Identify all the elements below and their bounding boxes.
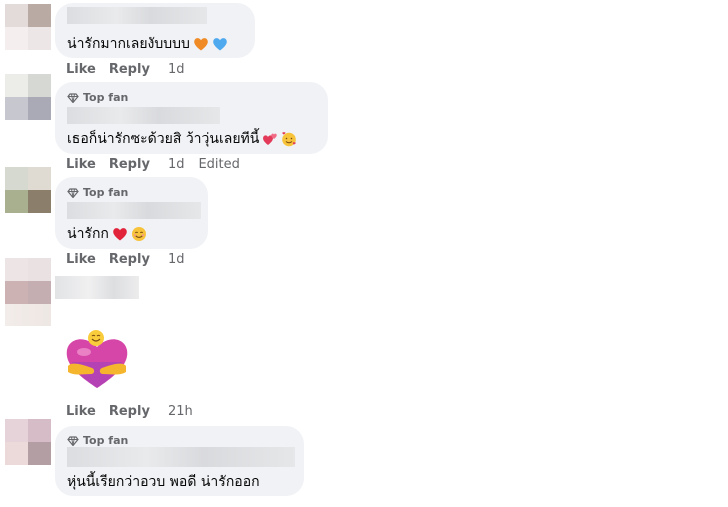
orange-heart-icon — [194, 38, 208, 51]
comment-actions: Like Reply 1d — [66, 62, 184, 77]
comment-text: น่ารักก — [67, 226, 109, 242]
badge-label: Top fan — [83, 434, 129, 447]
like-button[interactable]: Like — [66, 252, 96, 267]
comment-bubble: Top fan เธอก็น่ารักซะด้วยสิ ว้าวุ่นเลยที… — [55, 82, 328, 154]
diamond-icon — [67, 187, 79, 198]
comment-actions: Like Reply 1d — [66, 252, 184, 267]
reply-button[interactable]: Reply — [109, 404, 150, 419]
timestamp[interactable]: 1d — [168, 62, 185, 77]
comment-text-row: น่ารักก — [67, 223, 147, 245]
timestamp[interactable]: 1d — [168, 157, 185, 172]
badge-label: Top fan — [83, 186, 129, 199]
author-name[interactable] — [55, 276, 139, 299]
blue-heart-icon — [213, 38, 227, 51]
smiling-face-with-hearts-icon — [282, 132, 297, 147]
author-name[interactable] — [67, 107, 220, 124]
avatar[interactable] — [5, 258, 51, 304]
timestamp[interactable]: 21h — [168, 404, 193, 419]
avatar[interactable] — [5, 167, 51, 213]
comment-text: เธอก็น่ารักซะด้วยสิ ว้าวุ่นเลยทีนี้ — [67, 131, 260, 147]
comment-actions: Like Reply 21h — [66, 404, 193, 419]
reply-button[interactable]: Reply — [109, 62, 150, 77]
comment-text-row: เธอก็น่ารักซะด้วยสิ ว้าวุ่นเลยทีนี้ — [67, 128, 297, 150]
comment-text: น่ารักมากเลยงับบบบ — [67, 36, 190, 52]
author-name[interactable] — [67, 7, 207, 24]
comment-bubble: น่ารักมากเลยงับบบบ — [55, 3, 255, 58]
smiling-face-icon — [131, 227, 146, 241]
author-name[interactable] — [67, 447, 295, 467]
reply-button[interactable]: Reply — [109, 157, 150, 172]
like-button[interactable]: Like — [66, 62, 96, 77]
comment-bubble: Top fan หุ่นนี้เรียกว่าอวบ พอดี น่ารักออ… — [55, 426, 304, 496]
comment-text-row: น่ารักมากเลยงับบบบ — [67, 33, 228, 55]
like-button[interactable]: Like — [66, 157, 96, 172]
comment-text: หุ่นนี้เรียกว่าอวบ พอดี น่ารักออก — [67, 474, 260, 490]
badge-label: Top fan — [83, 91, 129, 104]
diamond-icon — [67, 435, 79, 446]
top-fan-badge: Top fan — [67, 186, 128, 199]
top-fan-badge: Top fan — [67, 91, 128, 104]
timestamp[interactable]: 1d — [168, 252, 185, 267]
comment-bubble: Top fan น่ารักก — [55, 177, 208, 249]
avatar[interactable] — [5, 4, 51, 50]
comment-actions: Like Reply 1d Edited — [66, 157, 240, 172]
reply-button[interactable]: Reply — [109, 252, 150, 267]
top-fan-badge: Top fan — [67, 434, 128, 447]
author-name[interactable] — [67, 202, 201, 219]
diamond-icon — [67, 92, 79, 103]
avatar[interactable] — [5, 419, 51, 465]
like-button[interactable]: Like — [66, 404, 96, 419]
hug-heart-sticker[interactable] — [62, 326, 132, 392]
red-heart-icon — [113, 228, 127, 241]
avatar-edge — [5, 304, 51, 326]
comment-text-row: หุ่นนี้เรียกว่าอวบ พอดี น่ารักออก — [67, 471, 260, 493]
edited-label[interactable]: Edited — [198, 157, 239, 172]
avatar[interactable] — [5, 74, 51, 120]
two-hearts-icon — [263, 133, 278, 145]
